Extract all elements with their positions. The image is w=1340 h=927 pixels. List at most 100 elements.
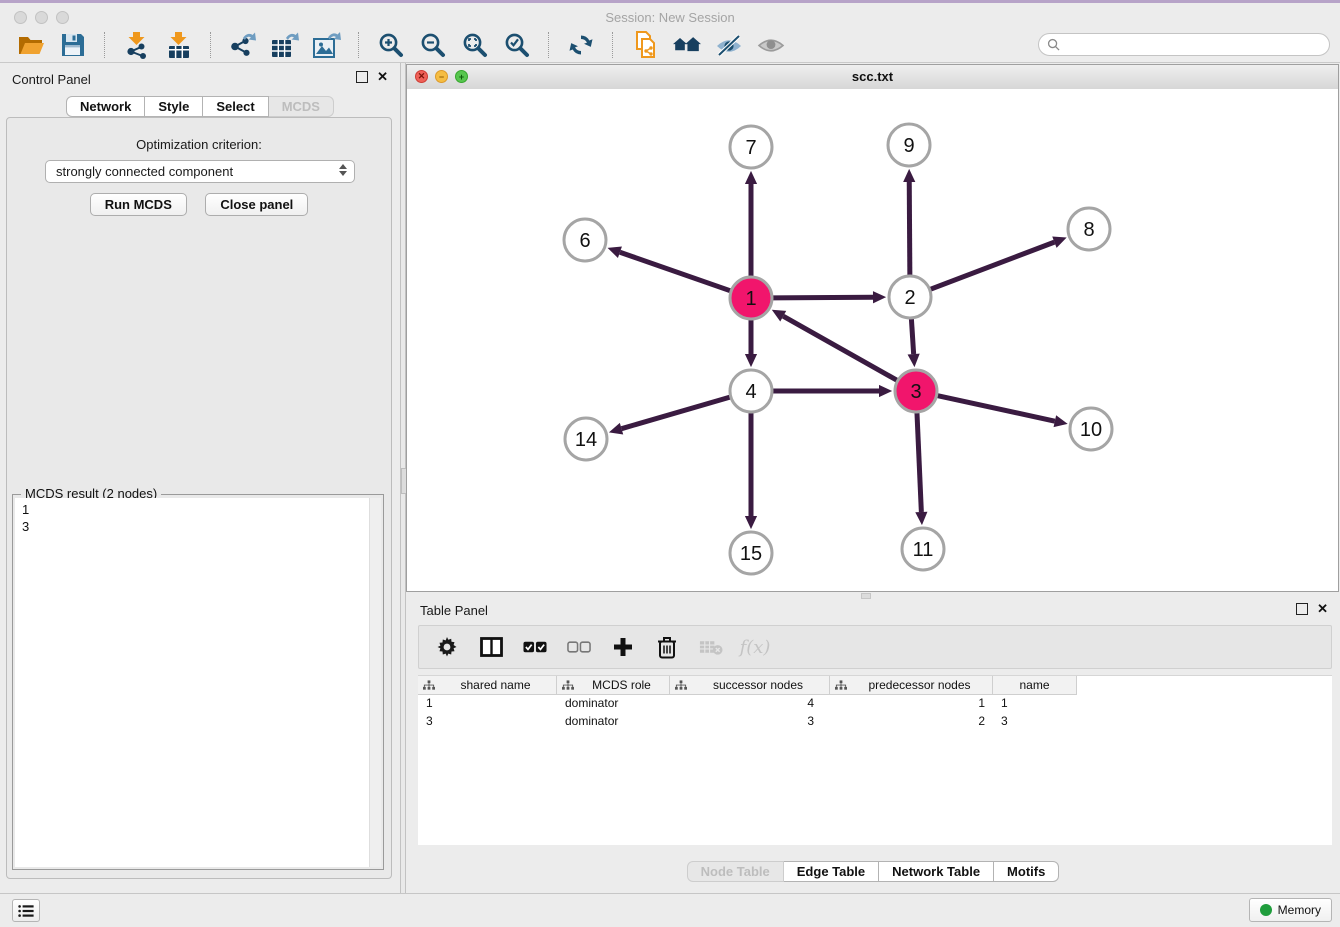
memory-status-icon (1260, 904, 1272, 916)
search-icon (1047, 38, 1060, 51)
optimization-criterion-label: Optimization criterion: (7, 137, 391, 152)
table-cell[interactable]: 4 (670, 695, 830, 713)
table-cell[interactable]: 3 (670, 713, 830, 731)
mcds-result-area[interactable]: 1 3 (15, 498, 381, 867)
function-builder-icon: f(x) (743, 635, 767, 659)
export-image-icon[interactable] (313, 31, 341, 59)
delete-table-icon (699, 635, 723, 659)
mcds-result-group: MCDS result (2 nodes) 1 3 (12, 494, 384, 870)
dropdown-stepper-icon (339, 164, 347, 176)
control-panel-title: Control Panel (12, 72, 91, 87)
network-window-titlebar[interactable]: ✕ − + scc.txt (407, 65, 1338, 90)
delete-column-icon[interactable] (655, 635, 679, 659)
open-file-icon[interactable] (17, 31, 45, 59)
graph-edge-2-3[interactable] (911, 318, 913, 354)
table-cell[interactable]: 2 (830, 713, 993, 731)
main-toolbar (0, 28, 1340, 63)
table-cell[interactable]: 3 (993, 713, 1077, 731)
tab-select[interactable]: Select (203, 96, 268, 117)
deselect-all-icon[interactable] (567, 635, 591, 659)
column-header-MCDS-role[interactable]: MCDS role (557, 676, 670, 695)
graph-node-label-8: 8 (1083, 219, 1094, 241)
table-cell[interactable]: 1 (418, 695, 557, 713)
mcds-result-scrollbar[interactable] (369, 498, 381, 867)
tab-motifs[interactable]: Motifs (994, 861, 1059, 882)
column-header-name[interactable]: name (993, 676, 1077, 695)
save-session-icon[interactable] (59, 31, 87, 59)
table-cell[interactable]: dominator (557, 695, 670, 713)
toolbar-separator (358, 32, 360, 58)
control-panel-close-icon[interactable]: ✕ (377, 71, 388, 83)
table-cell[interactable]: dominator (557, 713, 670, 731)
table-cell[interactable]: 1 (993, 695, 1077, 713)
close-panel-button[interactable]: Close panel (205, 193, 308, 216)
memory-button[interactable]: Memory (1249, 898, 1332, 922)
tab-style[interactable]: Style (145, 96, 203, 117)
hide-selected-icon[interactable] (715, 31, 743, 59)
zoom-selected-icon[interactable] (503, 31, 531, 59)
copy-network-icon[interactable] (631, 31, 659, 59)
zoom-out-icon[interactable] (419, 31, 447, 59)
status-bar: Memory (0, 893, 1340, 927)
graph-node-label-14: 14 (575, 429, 597, 451)
refresh-icon[interactable] (567, 31, 595, 59)
export-table-icon[interactable] (271, 31, 299, 59)
tab-mcds[interactable]: MCDS (269, 96, 334, 117)
table-cell[interactable]: 1 (830, 695, 993, 713)
window-title: Session: New Session (0, 10, 1340, 25)
run-mcds-button[interactable]: Run MCDS (90, 193, 187, 216)
table-panel-close-icon[interactable]: ✕ (1317, 603, 1328, 615)
tab-node-table[interactable]: Node Table (687, 861, 784, 882)
table-panel-float-icon[interactable] (1296, 603, 1308, 615)
select-all-icon[interactable] (523, 635, 547, 659)
node-table: shared nameMCDS rolesuccessor nodesprede… (418, 675, 1332, 845)
first-neighbors-icon[interactable] (673, 31, 701, 59)
table-panel-title: Table Panel (420, 603, 488, 618)
table-cell[interactable]: 3 (418, 713, 557, 731)
control-panel: Control Panel ✕ NetworkStyleSelectMCDS O… (0, 63, 400, 893)
toolbar-separator (210, 32, 212, 58)
graph-edge-3-10[interactable] (937, 395, 1055, 421)
network-view-window: ✕ − + scc.txt 7968124314101511 (406, 64, 1339, 592)
network-canvas[interactable]: 7968124314101511 (407, 89, 1338, 591)
create-column-icon[interactable] (611, 635, 635, 659)
tab-edge-table[interactable]: Edge Table (784, 861, 879, 882)
graph-node-label-11: 11 (913, 539, 934, 561)
control-panel-float-icon[interactable] (356, 71, 368, 83)
graph-edge-1-6[interactable] (620, 252, 731, 291)
graph-node-label-9: 9 (903, 135, 914, 157)
table-panel: Table Panel ✕ f(x) shared nameMCDS roles… (406, 600, 1340, 890)
column-header-successor-nodes[interactable]: successor nodes (670, 676, 830, 695)
split-view-icon[interactable] (479, 635, 503, 659)
graph-edge-3-1[interactable] (783, 316, 897, 381)
mcds-panel: Optimization criterion: strongly connect… (6, 117, 392, 879)
search-input[interactable] (1065, 37, 1329, 53)
column-header-shared-name[interactable]: shared name (418, 676, 557, 695)
list-icon (18, 904, 34, 918)
show-all-icon[interactable] (757, 31, 785, 59)
import-network-icon[interactable] (123, 31, 151, 59)
graph-edge-1-2[interactable] (772, 297, 873, 298)
table-mode-icon[interactable] (435, 635, 459, 659)
graph-node-label-4: 4 (745, 381, 756, 403)
tab-network[interactable]: Network (66, 96, 145, 117)
network-graph: 7968124314101511 (407, 89, 1338, 591)
task-history-button[interactable] (12, 899, 40, 922)
column-header-predecessor-nodes[interactable]: predecessor nodes (830, 676, 993, 695)
zoom-in-icon[interactable] (377, 31, 405, 59)
import-table-icon[interactable] (165, 31, 193, 59)
horizontal-splitter-handle[interactable] (861, 593, 871, 599)
export-network-icon[interactable] (229, 31, 257, 59)
graph-edge-2-8[interactable] (930, 242, 1055, 289)
criterion-dropdown[interactable]: strongly connected component (45, 160, 355, 183)
search-box[interactable] (1038, 33, 1330, 56)
network-window-title: scc.txt (407, 69, 1338, 84)
zoom-fit-icon[interactable] (461, 31, 489, 59)
horizontal-splitter[interactable] (406, 592, 1340, 600)
graph-edge-4-14[interactable] (622, 397, 731, 429)
tab-network-table[interactable]: Network Table (879, 861, 994, 882)
graph-node-label-15: 15 (740, 543, 762, 565)
graph-edge-2-9[interactable] (909, 182, 910, 276)
criterion-value: strongly connected component (56, 164, 233, 179)
graph-edge-3-11[interactable] (917, 412, 921, 512)
